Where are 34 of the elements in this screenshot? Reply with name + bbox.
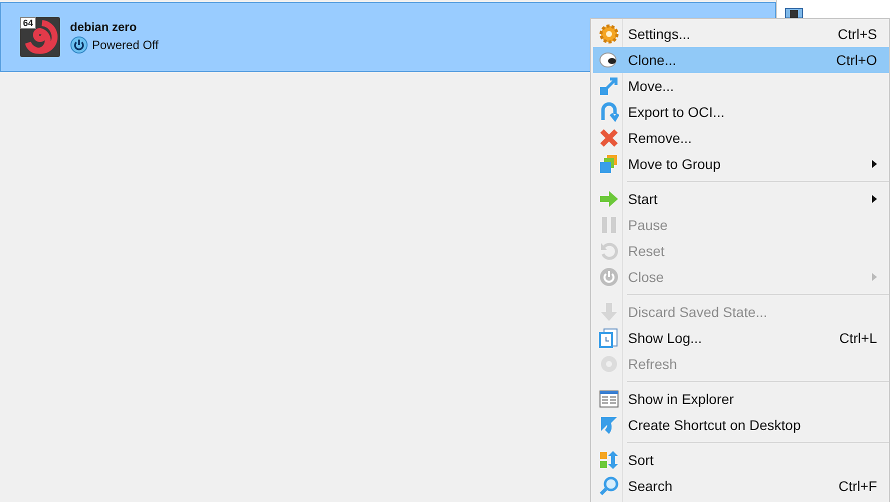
export-icon xyxy=(599,102,619,122)
submenu-arrow-icon xyxy=(872,273,877,281)
log-icon xyxy=(599,328,619,348)
arch-badge: 64 xyxy=(20,17,36,29)
menu-item[interactable]: Move... xyxy=(593,73,889,99)
menu-item[interactable]: Start xyxy=(593,186,889,212)
menu-item[interactable]: Remove... xyxy=(593,125,889,151)
menu-item[interactable]: Export to OCI... xyxy=(593,99,889,125)
arrow-right-icon xyxy=(599,189,619,209)
shortcut-arrow-icon xyxy=(599,415,619,435)
submenu-arrow-icon xyxy=(872,195,877,203)
pause-icon xyxy=(599,215,619,235)
menu-item[interactable]: Search Ctrl+F xyxy=(593,473,889,499)
vm-state: Powered Off xyxy=(92,38,158,52)
chip-icon xyxy=(785,8,803,18)
move-icon xyxy=(599,76,619,96)
group-icon xyxy=(599,154,619,174)
search-icon xyxy=(599,476,619,496)
power-icon xyxy=(70,36,88,54)
menu-item[interactable]: Show Log... Ctrl+L xyxy=(593,325,889,351)
sort-icon xyxy=(599,450,619,470)
explorer-icon xyxy=(599,389,619,409)
menu-item[interactable]: Show in Explorer xyxy=(593,386,889,412)
gear-icon xyxy=(599,24,619,44)
vm-name: debian zero xyxy=(70,20,138,34)
menu-item[interactable]: Move to Group xyxy=(593,151,889,177)
power-icon xyxy=(599,267,619,287)
menu-item[interactable]: Clone... Ctrl+O xyxy=(593,47,889,73)
menu-item[interactable]: Sort xyxy=(593,447,889,473)
menu-item[interactable]: Create Shortcut on Desktop xyxy=(593,412,889,438)
arrow-down-icon xyxy=(599,302,619,322)
reset-icon xyxy=(599,241,619,261)
remove-icon xyxy=(599,128,619,148)
submenu-arrow-icon xyxy=(872,160,877,168)
